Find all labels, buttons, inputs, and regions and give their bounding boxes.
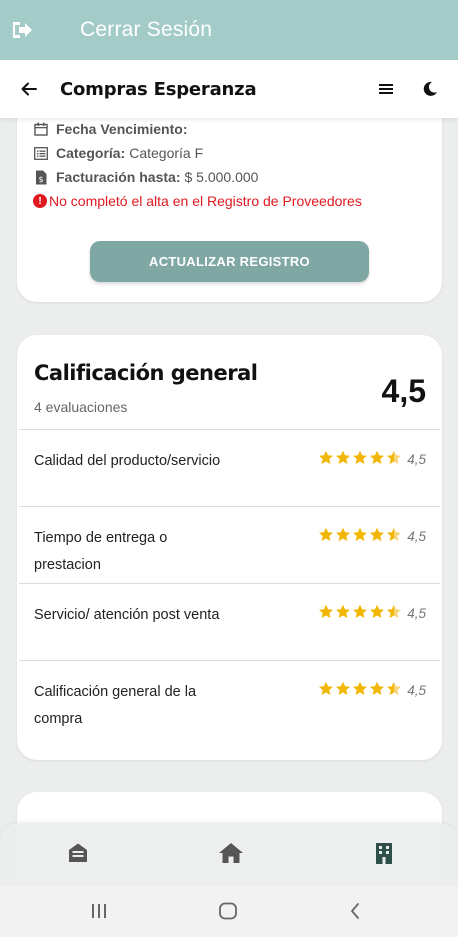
inbox-icon[interactable] — [65, 840, 91, 866]
star-icon — [319, 681, 333, 695]
category-row: Categoría: Categoría F — [33, 145, 203, 161]
rating-value: 4,5 — [407, 452, 426, 467]
svg-text:$: $ — [38, 175, 43, 184]
app-header: Compras Esperanza — [0, 60, 458, 118]
star-icon — [387, 527, 401, 541]
alert-icon: ! — [33, 194, 47, 208]
star-icon — [387, 604, 401, 618]
registry-warning: ! No completó el alta en el Registro de … — [33, 193, 362, 209]
warning-text: No completó el alta en el Registro de Pr… — [49, 193, 362, 209]
star-rating — [318, 450, 402, 465]
star-icon — [319, 604, 333, 618]
star-rating — [318, 604, 402, 619]
star-icon — [353, 604, 367, 618]
star-icon — [353, 450, 367, 464]
invoice-icon: $ — [33, 169, 49, 185]
building-icon[interactable] — [371, 840, 397, 866]
page-title: Compras Esperanza — [60, 78, 257, 100]
billing-value: $ 5.000.000 — [184, 169, 259, 185]
rating-value: 4,5 — [407, 606, 426, 621]
arrow-left-icon[interactable] — [18, 78, 40, 100]
star-rating — [318, 681, 402, 696]
rating-row: Tiempo de entrega o prestacion 4,5 — [19, 506, 440, 583]
star-icon — [336, 681, 350, 695]
star-icon — [353, 681, 367, 695]
rating-value: 4,5 — [407, 529, 426, 544]
rating-label: Calificación general de la compra — [34, 684, 197, 727]
billing-row: $ Facturación hasta: $ 5.000.000 — [33, 169, 258, 185]
rating-label: Calidad del producto/servicio — [34, 453, 221, 469]
moon-icon[interactable] — [420, 79, 440, 99]
star-icon — [319, 527, 333, 541]
hamburger-icon[interactable] — [376, 79, 396, 99]
star-icon — [370, 604, 384, 618]
home-circle-icon[interactable] — [217, 900, 239, 922]
expiry-row: Fecha Vencimiento: — [33, 121, 191, 137]
logout-icon[interactable] — [10, 19, 36, 41]
system-nav-bar — [0, 886, 458, 937]
rating-row: Calificación general de la compra 4,5 — [19, 660, 440, 737]
rating-card: Calificación general 4 evaluaciones 4,5 … — [17, 335, 442, 760]
bottom-nav — [0, 823, 458, 886]
star-icon — [336, 604, 350, 618]
back-chevron-icon[interactable] — [344, 900, 366, 922]
star-icon — [353, 527, 367, 541]
rating-label: Tiempo de entrega o prestacion — [34, 530, 168, 573]
rating-row: Servicio/ atención post venta 4,5 — [19, 583, 440, 660]
rating-value: 4,5 — [407, 683, 426, 698]
logout-label[interactable]: Cerrar Sesión — [80, 18, 212, 42]
expiry-label: Fecha Vencimiento: — [56, 121, 188, 137]
supplier-info-card: Fecha Vencimiento: Categoría: Categoría … — [17, 100, 442, 302]
update-registry-button[interactable]: ACTUALIZAR REGISTRO — [90, 241, 369, 282]
star-icon — [370, 450, 384, 464]
star-icon — [370, 527, 384, 541]
list-icon — [33, 145, 49, 161]
star-icon — [336, 450, 350, 464]
star-icon — [370, 681, 384, 695]
category-value: Categoría F — [129, 145, 204, 161]
billing-label: Facturación hasta: — [56, 169, 181, 185]
logout-bar[interactable]: Cerrar Sesión — [0, 0, 458, 60]
rating-row: Calidad del producto/servicio 4,5 — [19, 429, 440, 506]
home-icon[interactable] — [218, 840, 244, 866]
rating-score: 4,5 — [381, 373, 426, 409]
star-icon — [319, 450, 333, 464]
star-icon — [387, 450, 401, 464]
calendar-icon — [33, 121, 49, 137]
rating-title: Calificación general — [34, 361, 258, 385]
rating-count: 4 evaluaciones — [34, 399, 128, 415]
star-rating — [318, 527, 402, 542]
star-icon — [387, 681, 401, 695]
recent-apps-icon[interactable] — [88, 900, 110, 922]
rating-label: Servicio/ atención post venta — [34, 607, 220, 623]
star-icon — [336, 527, 350, 541]
category-label: Categoría: — [56, 145, 126, 161]
